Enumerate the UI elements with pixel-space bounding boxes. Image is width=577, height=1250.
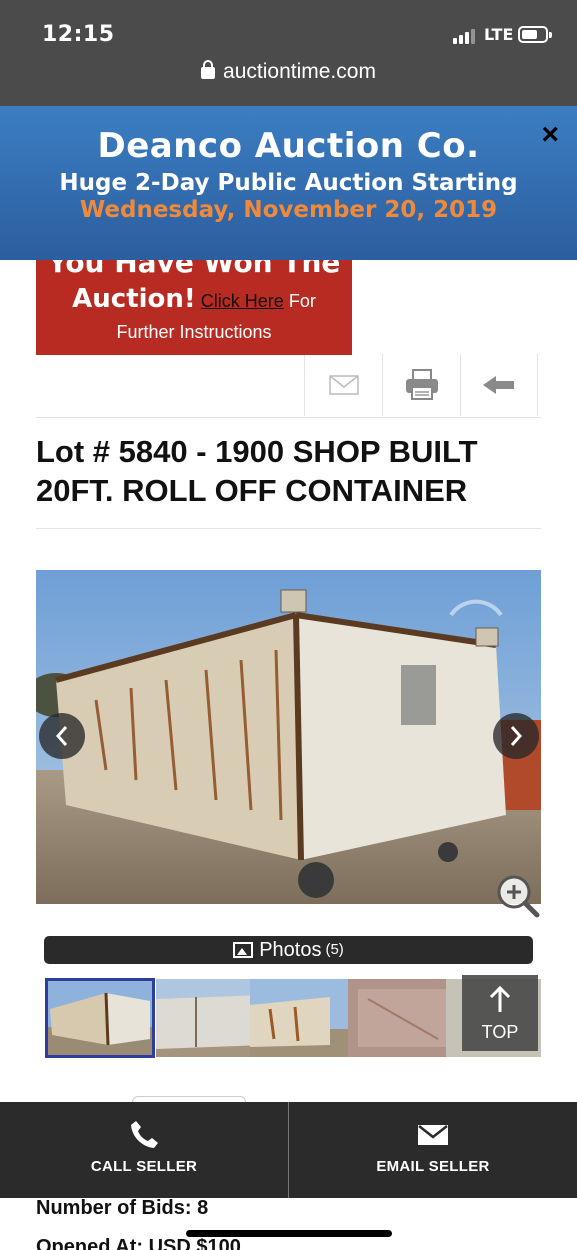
network-label: LTE (484, 25, 514, 44)
call-seller-button[interactable]: CALL SELLER (0, 1102, 288, 1198)
promo-banner[interactable]: Deanco Auction Co. Huge 2-Day Public Auc… (0, 106, 577, 260)
thumbnail-1[interactable] (45, 978, 155, 1058)
home-indicator (186, 1230, 392, 1237)
chevron-left-icon (55, 726, 68, 746)
status-bar: 12:15 LTE auctiontime.com (0, 0, 577, 106)
container-photo (36, 570, 541, 904)
print-button[interactable] (382, 354, 460, 416)
phone-icon (131, 1121, 158, 1148)
banner-title: Deanco Auction Co. (97, 126, 480, 166)
email-seller-button[interactable]: EMAIL SELLER (289, 1102, 577, 1198)
photos-label: Photos (259, 939, 322, 961)
won-for-text: For (288, 291, 316, 311)
thumbnail-2[interactable] (156, 979, 264, 1057)
call-seller-label: CALL SELLER (90, 1158, 198, 1175)
image-icon (233, 942, 254, 958)
envelope-icon (328, 375, 359, 395)
chevron-right-icon (510, 726, 523, 746)
arrow-up-icon (489, 985, 511, 1012)
thumbnail-3[interactable] (250, 979, 358, 1057)
printer-icon (405, 369, 438, 400)
divider (36, 528, 541, 529)
prev-photo-button[interactable] (39, 713, 85, 759)
status-time: 12:15 (42, 22, 115, 47)
envelope-icon (418, 1125, 448, 1145)
photos-count: (5) (325, 941, 344, 958)
close-icon[interactable]: × (541, 118, 559, 152)
listing-actions (36, 354, 541, 418)
zoom-button[interactable] (496, 874, 540, 923)
email-seller-label: EMAIL SELLER (376, 1158, 490, 1175)
click-here-link[interactable]: Click Here (201, 291, 284, 311)
zoom-in-icon (497, 875, 540, 918)
photos-button[interactable]: Photos (5) (44, 936, 533, 964)
lock-icon (201, 60, 216, 79)
banner-date: Wednesday, November 20, 2019 (79, 197, 498, 223)
lot-title: Lot # 5840 - 1900 SHOP BUILT 20FT. ROLL … (36, 434, 478, 508)
banner-subtitle: Huge 2-Day Public Auction Starting (59, 170, 518, 196)
back-button[interactable] (460, 354, 538, 416)
number-of-bids: Number of Bids: 8 (36, 1197, 209, 1219)
main-photo[interactable] (36, 570, 541, 904)
won-auction-text: Auction! (72, 284, 196, 314)
thumbnail-4[interactable] (348, 979, 456, 1057)
opened-at: Opened At: USD $100 (36, 1236, 241, 1250)
scroll-top-button[interactable]: TOP (462, 975, 538, 1051)
next-photo-button[interactable] (493, 713, 539, 759)
battery-level (522, 30, 537, 39)
battery-icon (518, 26, 552, 43)
address-bar[interactable]: auctiontime.com (0, 60, 577, 84)
signal-icon (453, 28, 479, 44)
won-instructions: Further Instructions (116, 322, 272, 342)
top-label: TOP (481, 1022, 519, 1042)
back-arrow-icon (483, 376, 514, 394)
contact-bar: CALL SELLER EMAIL SELLER (0, 1102, 577, 1198)
won-line: Auction! Click Here For (36, 284, 352, 314)
email-listing-button[interactable] (304, 354, 382, 416)
url-text: auctiontime.com (223, 60, 376, 83)
